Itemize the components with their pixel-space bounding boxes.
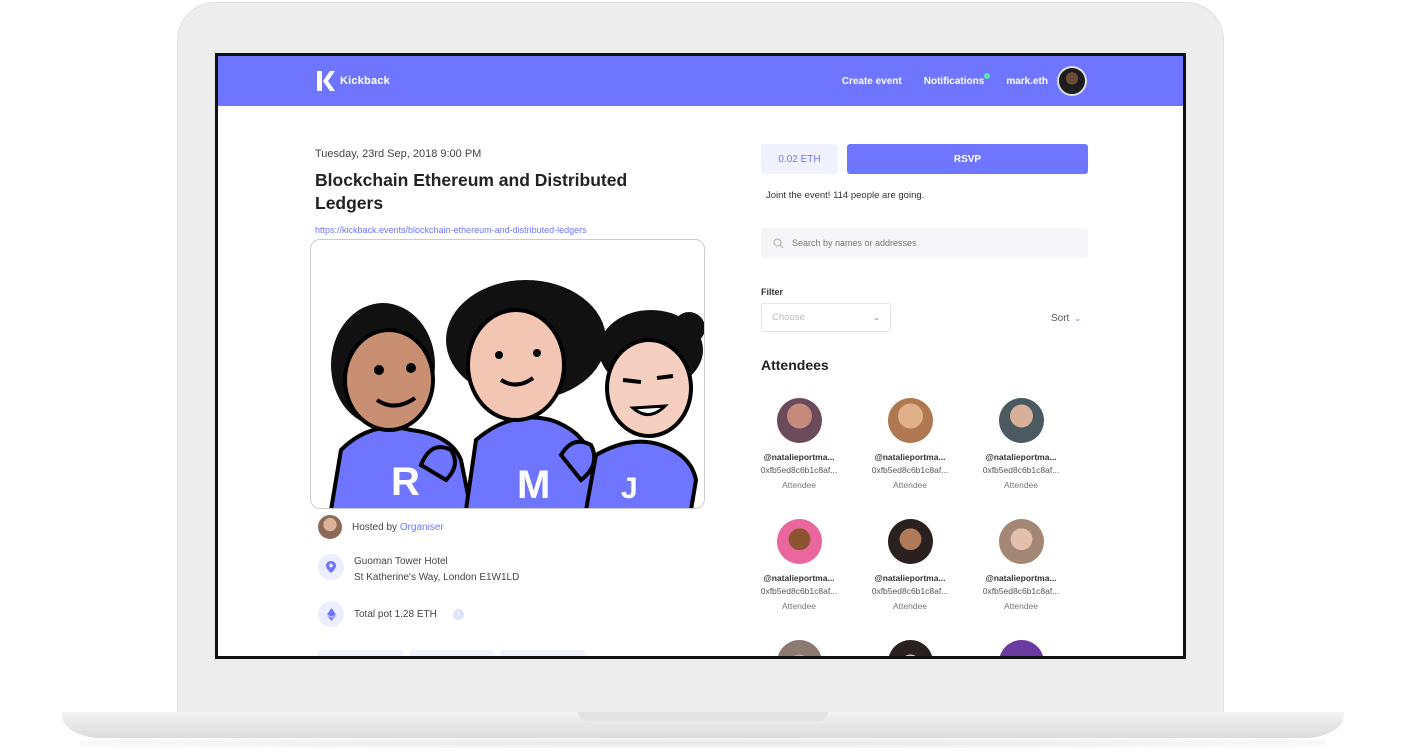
info-icon[interactable]: i <box>452 608 464 620</box>
attendee-role: Attendee <box>1003 601 1039 611</box>
attendee-avatar <box>776 398 822 443</box>
attendee-name: @natalieportma... <box>763 452 835 462</box>
location-pin-icon <box>318 554 344 580</box>
attendee-avatar <box>887 398 933 443</box>
attendee-role: Attendee <box>781 601 817 611</box>
attendee-name: @natalieportma... <box>874 452 946 462</box>
filter-select[interactable]: Choose ⌄ <box>761 303 891 332</box>
attendees-heading: Attendees <box>761 357 829 373</box>
total-pot-text: Total pot 1.28 ETH <box>354 608 437 620</box>
attendee-role: Attendee <box>892 480 928 490</box>
attendance-count: Joint the event! 114 people are going. <box>766 190 925 201</box>
attendee-role: Attendee <box>892 601 928 611</box>
attendee-avatar <box>998 640 1044 656</box>
bottom-tab[interactable] <box>500 650 585 656</box>
event-location: Guoman Tower Hotel St Katherine's Way, L… <box>318 554 519 586</box>
venue-name: Guoman Tower Hotel <box>354 556 448 567</box>
attendee-name: @natalieportma... <box>985 452 1057 462</box>
attendee-address: 0xfb5ed8c6b1c8af... <box>760 586 838 596</box>
bottom-tab[interactable] <box>409 650 494 656</box>
laptop-notch <box>578 712 828 721</box>
hosted-by-text: Hosted by <box>352 521 398 533</box>
attendee-address: 0xfb5ed8c6b1c8af... <box>760 465 838 475</box>
laptop-shadow <box>80 738 1326 748</box>
host-avatar[interactable] <box>318 515 342 539</box>
attendee-avatar <box>776 640 822 656</box>
attendee-card[interactable] <box>966 640 1076 656</box>
attendee-card[interactable]: @natalieportma... 0xfb5ed8c6b1c8af... At… <box>744 398 854 493</box>
user-menu[interactable]: mark.eth <box>1006 66 1087 96</box>
brand-name: Kickback <box>340 75 390 87</box>
attendee-name: @natalieportma... <box>763 573 835 583</box>
notification-dot <box>984 72 991 79</box>
bottom-tab[interactable] <box>318 650 403 656</box>
attendee-avatar <box>998 398 1044 443</box>
letter-m: M <box>517 463 550 507</box>
letter-j: J <box>621 472 638 505</box>
sort-dropdown[interactable]: Sort ⌄ <box>1051 313 1081 324</box>
attendee-address: 0xfb5ed8c6b1c8af... <box>871 465 949 475</box>
ticket-price: 0.02 ETH <box>761 144 838 174</box>
ethereum-icon <box>318 601 344 627</box>
attendee-card[interactable]: @natalieportma... 0xfb5ed8c6b1c8af... At… <box>966 519 1076 614</box>
notifications-label: Notifications <box>923 75 985 87</box>
brand-logo[interactable]: Kickback <box>315 70 390 92</box>
attendee-card[interactable] <box>855 640 965 656</box>
attendee-card[interactable]: @natalieportma... 0xfb5ed8c6b1c8af... At… <box>744 519 854 614</box>
chevron-down-icon: ⌄ <box>1074 314 1082 323</box>
header: Kickback Create event Notifications mark… <box>218 56 1183 106</box>
hosted-by-label: Hosted by Organiser <box>352 522 444 533</box>
search-icon <box>773 237 784 248</box>
attendee-card[interactable] <box>744 640 854 656</box>
attendee-card[interactable]: @natalieportma... 0xfb5ed8c6b1c8af... At… <box>855 398 965 493</box>
attendee-avatar <box>998 519 1044 564</box>
attendee-role: Attendee <box>781 480 817 490</box>
filter-placeholder: Choose <box>772 312 805 323</box>
kickback-logo-icon <box>317 71 335 91</box>
attendee-avatar <box>776 519 822 564</box>
attendee-avatar <box>887 640 933 656</box>
attendee-address: 0xfb5ed8c6b1c8af... <box>982 586 1060 596</box>
screen: Kickback Create event Notifications mark… <box>215 53 1186 659</box>
total-pot: Total pot 1.28 ETH i <box>318 601 464 627</box>
attendee-role: Attendee <box>1003 480 1039 490</box>
letter-r: R <box>391 460 420 504</box>
event-url-link[interactable]: https://kickback.events/blockchain-ether… <box>315 225 587 235</box>
filter-label: Filter <box>761 287 784 297</box>
search-input[interactable] <box>792 238 1072 248</box>
top-nav: Create event Notifications mark.eth <box>842 66 1087 96</box>
sort-label: Sort <box>1051 313 1070 324</box>
venue-address: St Katherine's Way, London E1W1LD <box>354 572 520 583</box>
bottom-tabs <box>318 650 585 656</box>
hosted-by: Hosted by Organiser <box>318 515 444 539</box>
attendee-card[interactable]: @natalieportma... 0xfb5ed8c6b1c8af... At… <box>855 519 965 614</box>
event-title: Blockchain Ethereum and Distributed Ledg… <box>315 170 628 213</box>
event-image: R M J <box>310 239 705 509</box>
attendee-avatar <box>887 519 933 564</box>
organisers-illustration: R M J <box>329 280 704 508</box>
organiser-link[interactable]: Organiser <box>400 522 444 533</box>
attendee-card[interactable]: @natalieportma... 0xfb5ed8c6b1c8af... At… <box>966 398 1076 493</box>
create-event-link[interactable]: Create event <box>842 76 902 87</box>
attendee-name: @natalieportma... <box>874 573 946 583</box>
notifications-link[interactable]: Notifications <box>923 72 991 87</box>
attendee-name: @natalieportma... <box>985 573 1057 583</box>
attendee-address: 0xfb5ed8c6b1c8af... <box>871 586 949 596</box>
user-avatar[interactable] <box>1057 66 1087 96</box>
attendee-address: 0xfb5ed8c6b1c8af... <box>982 465 1060 475</box>
event-date: Tuesday, 23rd Sep, 2018 9:00 PM <box>315 148 482 160</box>
rsvp-button[interactable]: RSVP <box>847 144 1088 174</box>
attendee-search[interactable] <box>761 228 1088 258</box>
username: mark.eth <box>1006 75 1048 87</box>
chevron-down-icon: ⌄ <box>873 313 880 322</box>
